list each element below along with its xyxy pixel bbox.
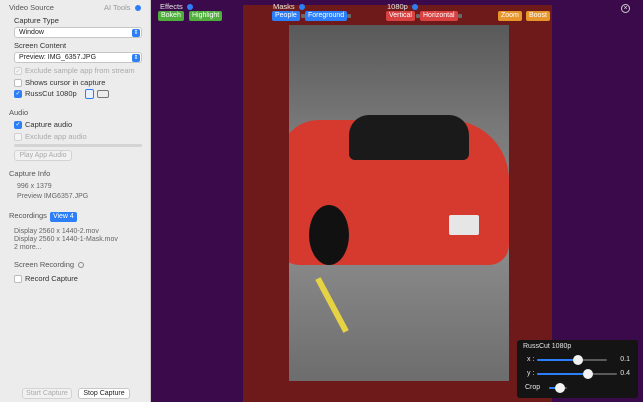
chip-separator xyxy=(458,14,462,18)
capture-audio-label: Capture audio xyxy=(25,120,73,129)
effects-dot-icon xyxy=(186,4,193,11)
boost-chip[interactable]: Boost xyxy=(526,11,550,21)
capture-type-select[interactable]: Window ⇕ xyxy=(14,27,142,38)
y-slider-knob[interactable] xyxy=(583,369,593,379)
capture-dims: 996 x 1379 xyxy=(17,183,52,190)
exclude-sample-checkbox[interactable]: ✓ Exclude sample app from stream xyxy=(14,66,135,76)
recording-file[interactable]: Display 2560 x 1440-1-Mask.mov xyxy=(14,236,118,243)
screen-content-value: Preview: IMG_6357.JPG xyxy=(19,54,97,61)
russcut-checkbox[interactable]: ✓ RussCut 1080p xyxy=(14,89,109,100)
checkmark-icon: ✓ xyxy=(14,67,22,76)
portrait-aspect-icon[interactable] xyxy=(84,89,94,100)
effects-label: Effects xyxy=(160,2,193,11)
capture-type-value: Window xyxy=(19,29,44,36)
start-capture-button[interactable]: Start Capture xyxy=(22,388,72,399)
highlight-chip[interactable]: Highlight xyxy=(189,11,223,21)
capture-name: Preview IMG6357.JPG xyxy=(17,193,89,200)
chevron-updown-icon: ⇕ xyxy=(132,54,140,62)
x-slider-knob[interactable] xyxy=(573,355,583,365)
res-dot-icon xyxy=(411,4,418,11)
exclude-app-audio-checkbox[interactable]: Exclude app audio xyxy=(14,132,87,142)
audio-title: Audio xyxy=(9,108,29,117)
close-icon[interactable]: × xyxy=(621,4,630,13)
recording-status-icon xyxy=(78,262,85,269)
landscape-aspect-icon[interactable] xyxy=(96,90,109,99)
vertical-chip[interactable]: Vertical xyxy=(386,11,415,21)
masks-dot-icon xyxy=(298,4,305,11)
panel-title: RussCut 1080p xyxy=(523,343,572,350)
car-window xyxy=(349,115,469,160)
more-recordings-link[interactable]: 2 more... xyxy=(14,244,42,251)
sidebar: Video Source AI Tools Capture Type Windo… xyxy=(0,0,151,402)
x-label: x : xyxy=(527,356,535,363)
people-chip[interactable]: People xyxy=(272,11,300,21)
exclude-sample-label: Exclude sample app from stream xyxy=(25,66,135,75)
parking-stripe xyxy=(315,277,349,333)
horizontal-chip[interactable]: Horizontal xyxy=(420,11,458,21)
video-source-title: Video Source xyxy=(9,3,54,12)
view-recordings-button[interactable]: View 4 xyxy=(49,212,77,222)
ai-tools-toggle[interactable]: AI Tools xyxy=(104,3,141,12)
ai-tools-dot-icon xyxy=(134,5,141,12)
masks-label: Masks xyxy=(273,2,305,11)
play-app-audio-button[interactable]: Play App Audio xyxy=(14,150,72,161)
car-wheel xyxy=(309,205,349,265)
capture-info-title: Capture Info xyxy=(9,169,51,178)
shows-cursor-label: Shows cursor in capture xyxy=(25,78,106,87)
record-capture-label: Record Capture xyxy=(25,274,78,283)
y-label: y : xyxy=(527,370,535,377)
screen-content-label: Screen Content xyxy=(14,41,67,50)
checkmark-icon: ✓ xyxy=(14,90,22,99)
bokeh-chip[interactable]: Bokeh xyxy=(158,11,184,21)
x-slider-fill xyxy=(537,359,577,361)
crop-label: Crop xyxy=(525,384,541,391)
exclude-app-audio-label: Exclude app audio xyxy=(25,132,87,141)
y-value: 0.4 xyxy=(620,370,630,377)
y-slider-fill xyxy=(537,373,587,375)
license-plate xyxy=(449,215,479,235)
audio-level-slider[interactable] xyxy=(14,144,142,147)
recordings-title: Recordings xyxy=(9,211,47,220)
record-capture-checkbox[interactable]: Record Capture xyxy=(14,274,78,284)
ai-tools-label: AI Tools xyxy=(104,3,131,12)
recordings-header: Recordings View 4 xyxy=(9,211,77,222)
screen-content-select[interactable]: Preview: IMG_6357.JPG ⇕ xyxy=(14,52,142,63)
checkbox-empty-icon xyxy=(14,133,22,142)
res-label: 1080p xyxy=(387,2,418,11)
russcut-panel: RussCut 1080p x : 0.1 y : 0.4 Crop xyxy=(517,340,638,398)
screen-recording-header: Screen Recording xyxy=(14,260,85,269)
shows-cursor-checkbox[interactable]: Shows cursor in capture xyxy=(14,78,106,88)
capture-preview xyxy=(243,5,552,402)
russcut-label: RussCut 1080p xyxy=(25,89,77,98)
foreground-chip[interactable]: Foreground xyxy=(305,11,348,21)
crop-slider-knob[interactable] xyxy=(555,383,565,393)
chip-separator xyxy=(347,14,351,18)
recording-file[interactable]: Display 2560 x 1440-2.mov xyxy=(14,228,99,235)
zoom-chip[interactable]: Zoom xyxy=(498,11,522,21)
stop-capture-button[interactable]: Stop Capture xyxy=(78,388,130,399)
checkbox-empty-icon xyxy=(14,79,22,88)
capture-audio-checkbox[interactable]: ✓ Capture audio xyxy=(14,120,73,130)
capture-type-label: Capture Type xyxy=(14,16,59,25)
x-value: 0.1 xyxy=(620,356,630,363)
screen-recording-title: Screen Recording xyxy=(14,260,75,269)
checkbox-empty-icon xyxy=(14,275,22,284)
preview-photo xyxy=(289,25,509,381)
checkmark-icon: ✓ xyxy=(14,121,22,130)
chevron-updown-icon: ⇕ xyxy=(132,29,140,37)
